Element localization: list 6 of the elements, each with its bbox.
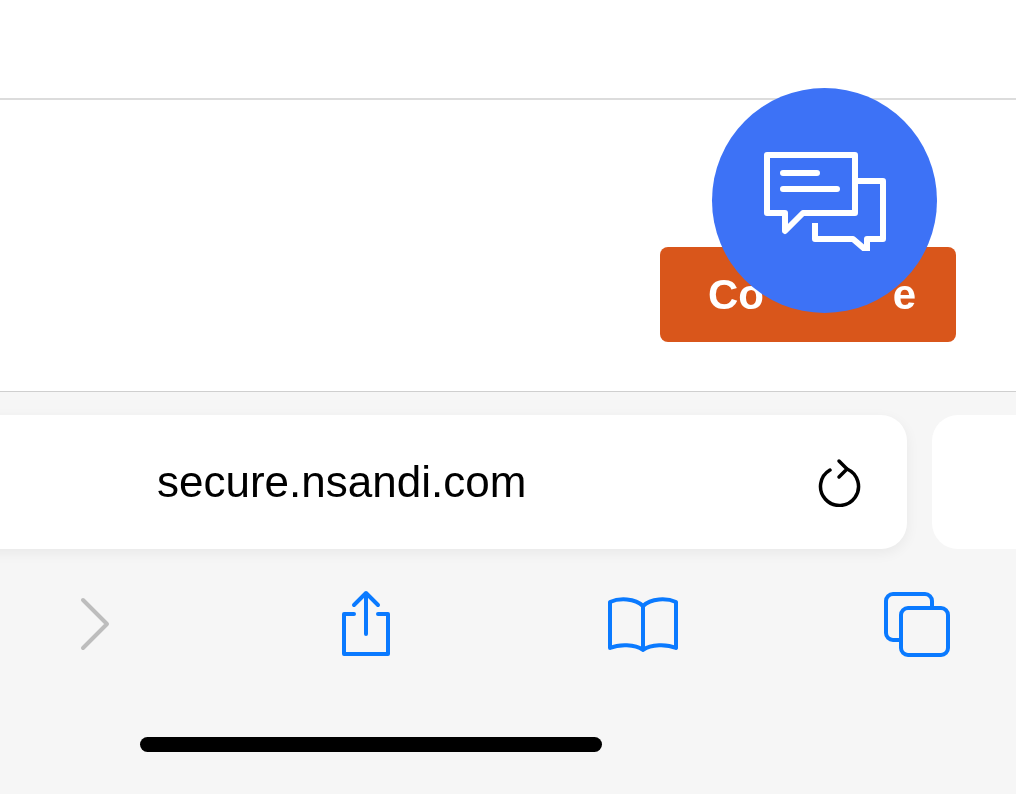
reload-icon — [817, 457, 863, 507]
chat-icon — [762, 150, 887, 251]
address-bar[interactable]: secure.nsandi.com — [0, 415, 907, 549]
tabs-icon[interactable] — [883, 591, 951, 657]
bookmarks-icon[interactable] — [607, 596, 679, 652]
url-text: secure.nsandi.com — [157, 456, 527, 508]
